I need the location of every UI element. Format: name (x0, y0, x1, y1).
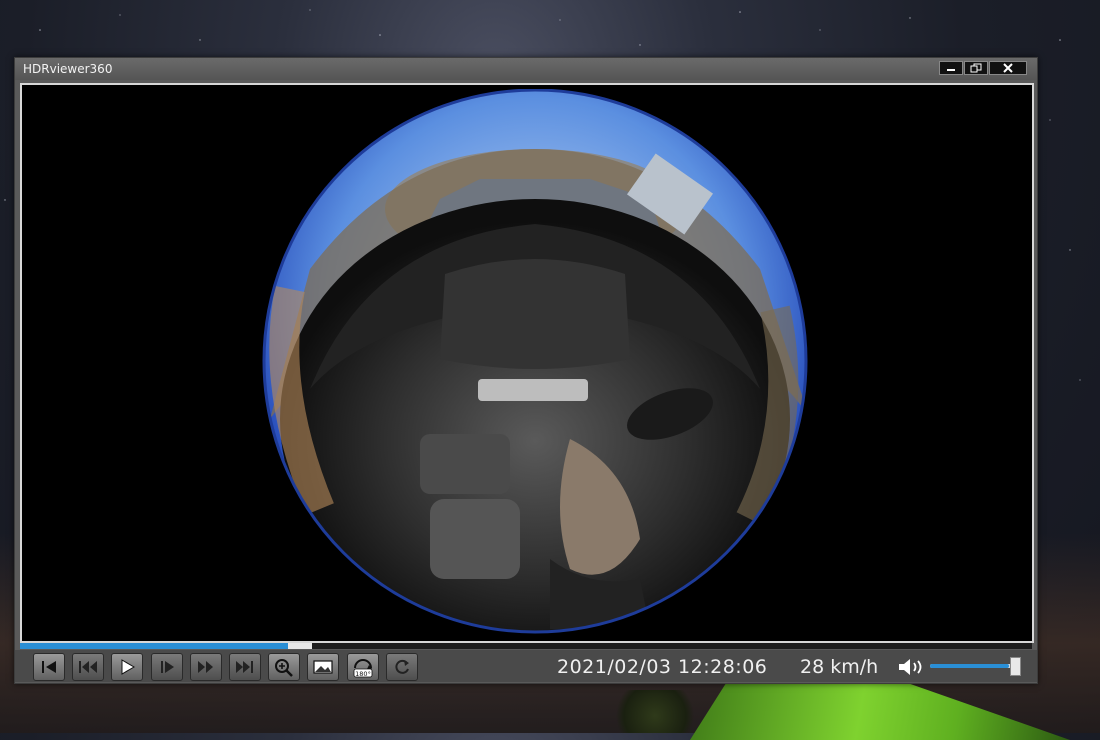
skip-end-icon (236, 661, 253, 673)
view-mode-button[interactable] (307, 653, 339, 681)
recording-datetime: 2021/02/03 12:28:06 (557, 656, 768, 678)
title-bar[interactable]: HDRviewer360 (15, 58, 1037, 80)
rotate-180-button[interactable]: 180° (347, 653, 379, 681)
rotate-180-icon: 180° (353, 659, 373, 678)
step-forward-button[interactable] (151, 653, 183, 681)
rewind-button[interactable] (72, 653, 104, 681)
volume-slider[interactable] (930, 664, 1015, 668)
volume-level (930, 664, 1009, 668)
svg-text:180°: 180° (355, 670, 371, 678)
skip-to-start-button[interactable] (33, 653, 65, 681)
zoom-in-icon (275, 659, 293, 677)
zoom-button[interactable] (268, 653, 300, 681)
close-icon (1003, 63, 1013, 73)
skip-start-icon (42, 661, 56, 673)
restore-button[interactable] (964, 61, 988, 75)
background-tree (610, 690, 700, 733)
window-controls (938, 61, 1027, 75)
close-button[interactable] (989, 61, 1027, 75)
refresh-button[interactable] (386, 653, 418, 681)
speaker-icon[interactable] (897, 658, 925, 680)
control-bar: 180° 2021/02/03 12:28:06 28 km/h (15, 650, 1037, 682)
vehicle-speed: 28 km/h (800, 656, 879, 678)
seek-bar-played (20, 643, 288, 649)
refresh-icon (395, 659, 409, 674)
video-viewport[interactable] (20, 83, 1034, 643)
play-button[interactable] (111, 653, 143, 681)
play-icon (121, 659, 135, 675)
skip-to-end-button[interactable] (229, 653, 261, 681)
restore-icon (970, 63, 982, 73)
rewind-icon (79, 661, 97, 673)
minimize-button[interactable] (939, 61, 963, 75)
fast-forward-icon (198, 661, 213, 673)
window-title: HDRviewer360 (23, 62, 113, 76)
seek-bar[interactable] (20, 643, 1032, 649)
fisheye-video-frame (250, 89, 820, 641)
seek-bar-buffered (288, 643, 312, 649)
fast-forward-button[interactable] (190, 653, 222, 681)
volume-slider-handle[interactable] (1010, 657, 1021, 676)
step-forward-icon (161, 661, 174, 673)
app-window: HDRviewer360 180° 2021/02/03 12:28:06 28… (14, 57, 1038, 684)
panorama-icon (313, 660, 333, 674)
minimize-icon (947, 69, 955, 71)
